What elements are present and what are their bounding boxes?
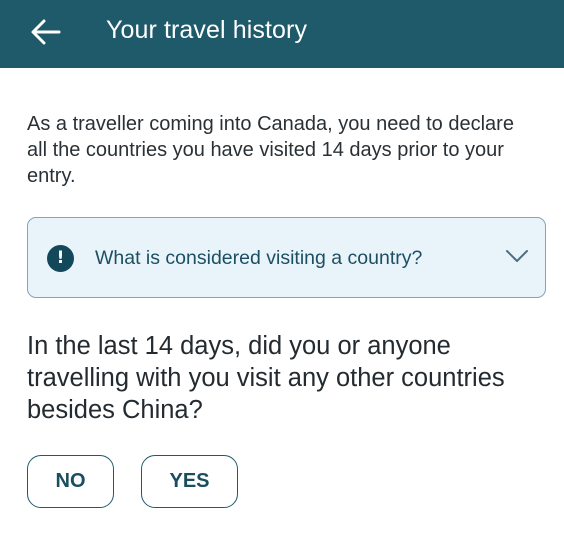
travel-question: In the last 14 days, did you or anyone t…: [27, 332, 505, 424]
page-title: Your travel history: [106, 16, 308, 44]
no-button[interactable]: NO: [27, 455, 114, 508]
accordion-label: What is considered visiting a country?: [95, 247, 423, 269]
chevron-down-icon: [506, 250, 528, 262]
info-icon: !: [47, 245, 74, 272]
app-bar: Your travel history: [0, 0, 564, 68]
intro-text: As a traveller coming into Canada, you n…: [27, 113, 514, 187]
yes-button[interactable]: YES: [141, 455, 238, 508]
visiting-country-accordion[interactable]: ! What is considered visiting a country?: [27, 217, 546, 298]
back-button[interactable]: [28, 14, 64, 50]
arrow-left-icon: [31, 19, 61, 45]
